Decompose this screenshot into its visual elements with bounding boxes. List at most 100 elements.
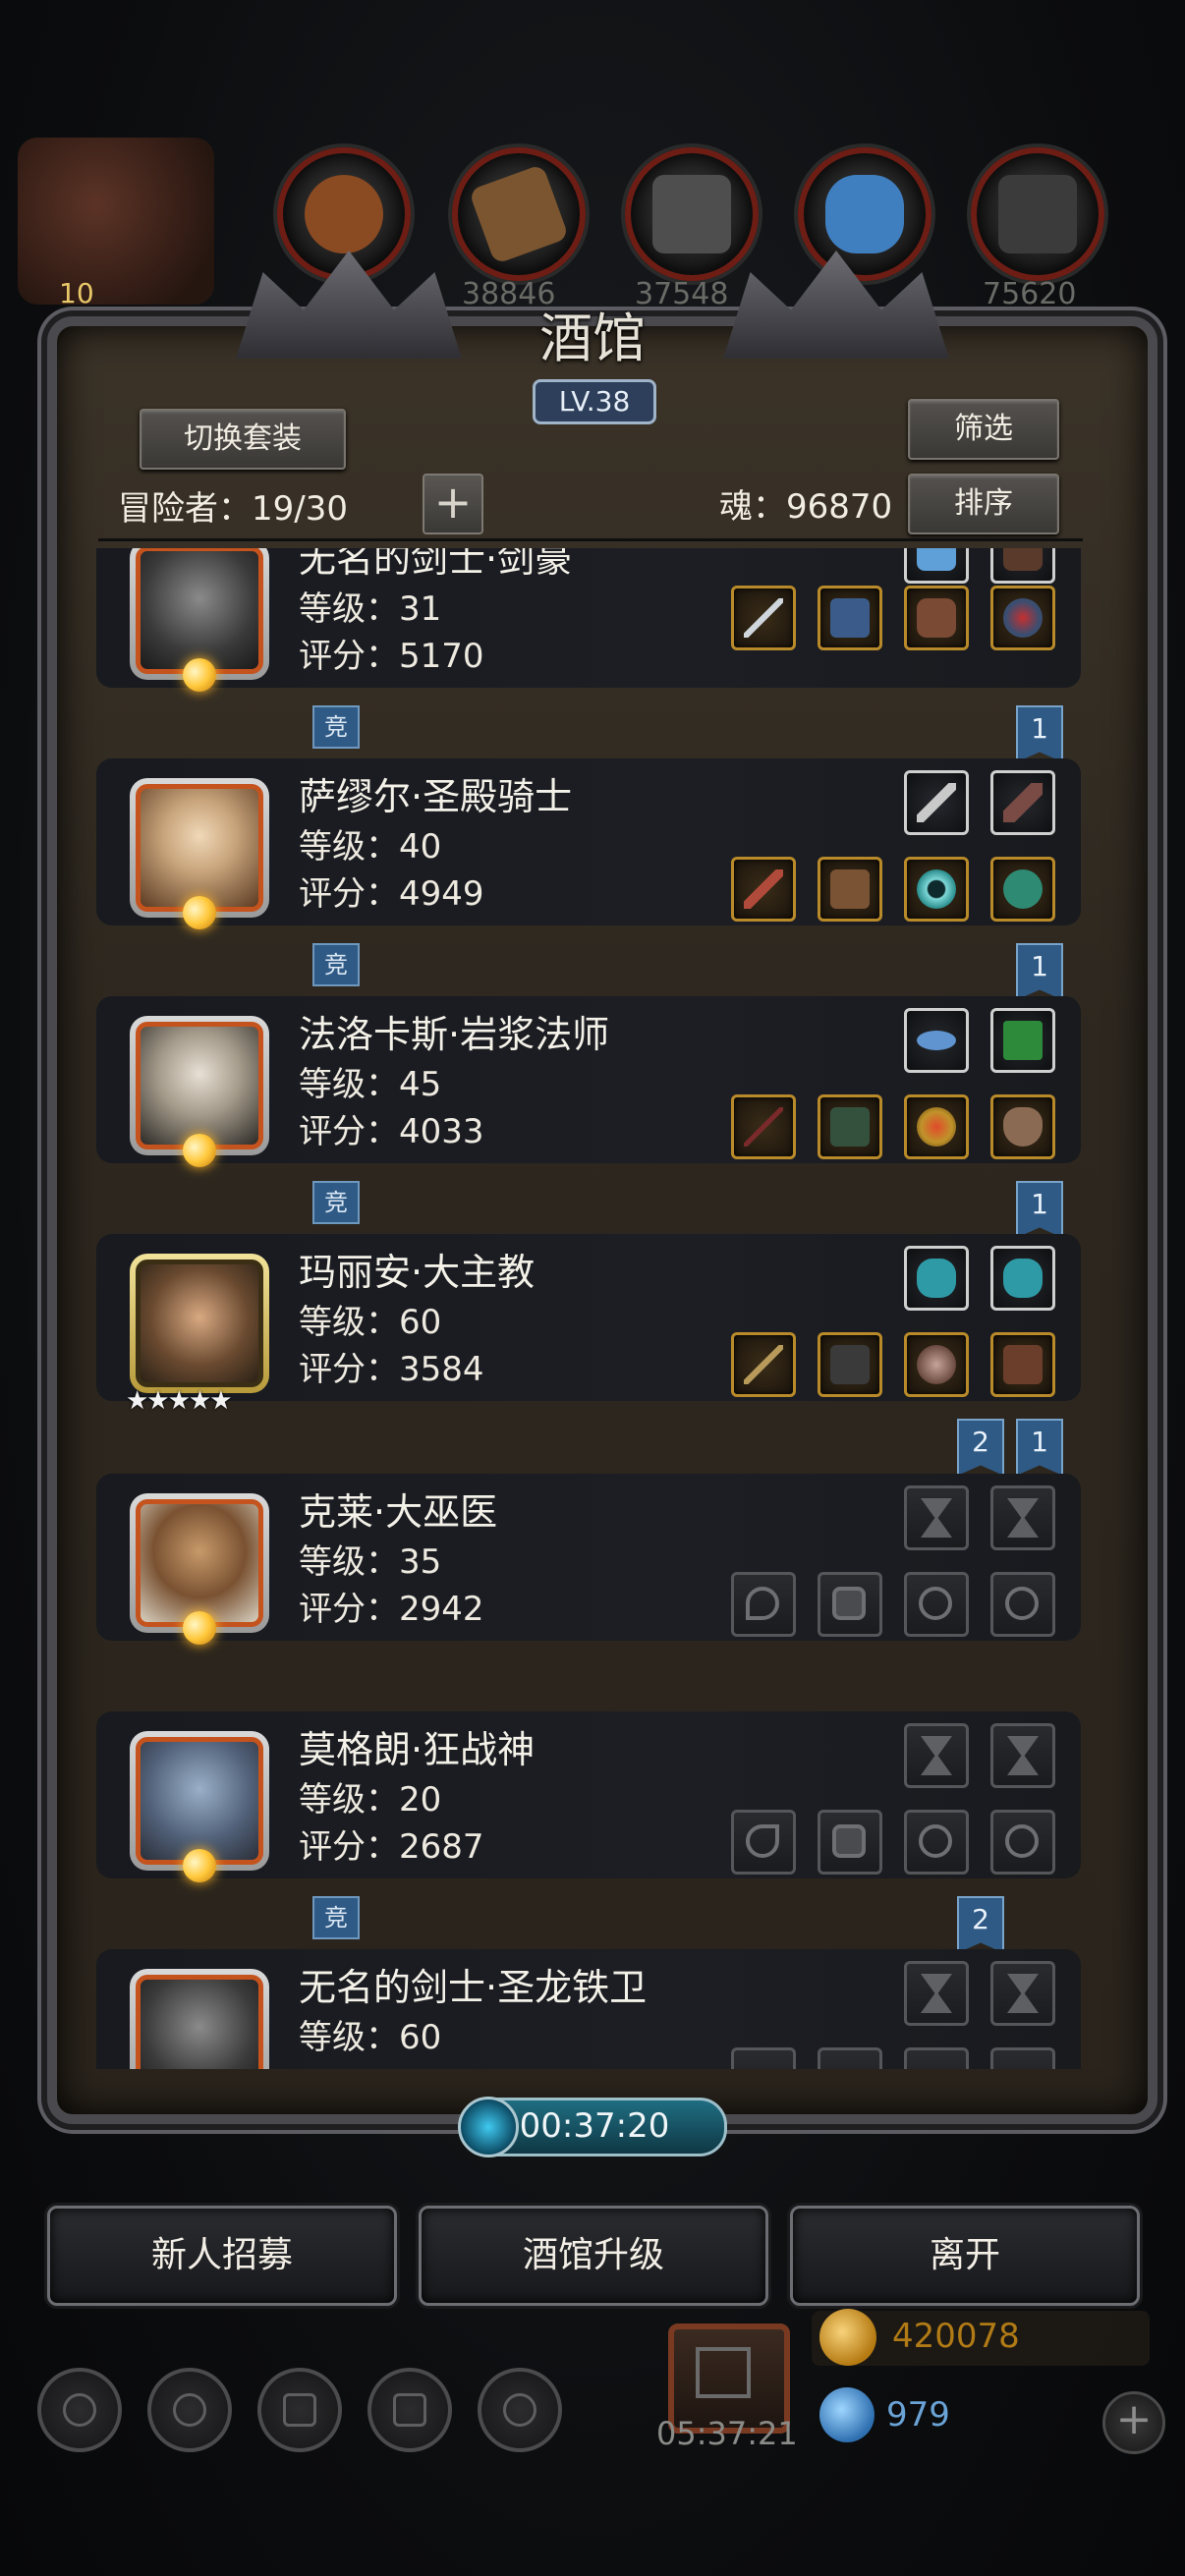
hero-score: 评分：2687	[299, 1827, 484, 1867]
hero-portrait	[130, 1016, 269, 1167]
empty-slot[interactable]	[904, 1723, 969, 1788]
equip-slot[interactable]	[731, 1332, 796, 1397]
equip-slot[interactable]	[990, 1008, 1055, 1073]
leave-button[interactable]: 离开	[790, 2206, 1140, 2306]
empty-slot[interactable]	[990, 1572, 1055, 1637]
hero-level: 等级：45	[299, 1065, 442, 1104]
hero-card[interactable]: 克莱·大巫医 等级：35 评分：2942	[96, 1474, 1081, 1645]
hero-card[interactable]: 萨缪尔·圣殿骑士 等级：40 评分：4949	[96, 758, 1081, 929]
equip-slot[interactable]	[904, 586, 969, 650]
hero-level: 等级：35	[299, 1542, 442, 1582]
add-currency-button[interactable]: +	[1102, 2391, 1165, 2454]
equip-slot[interactable]	[990, 548, 1055, 584]
empty-slot[interactable]	[904, 1572, 969, 1637]
equip-slot[interactable]	[990, 770, 1055, 835]
equip-slot[interactable]	[904, 1246, 969, 1311]
equip-slot[interactable]	[990, 1094, 1055, 1159]
event-badge: 10	[59, 277, 94, 309]
empty-slot[interactable]	[990, 1485, 1055, 1550]
staff-icon	[744, 1107, 783, 1147]
empty-slot[interactable]	[818, 2047, 882, 2069]
equip-slot[interactable]	[818, 1094, 882, 1159]
hero-portrait	[130, 1969, 269, 2069]
equip-slot[interactable]	[904, 1332, 969, 1397]
castle-icon[interactable]	[257, 2368, 342, 2452]
hero-name: 无名的剑士·剑豪	[299, 548, 573, 581]
ring-slot-icon	[919, 1587, 952, 1620]
equip-slot[interactable]	[818, 857, 882, 922]
sort-button[interactable]: 排序	[908, 474, 1059, 534]
empty-slot[interactable]	[904, 1810, 969, 1875]
empty-slot[interactable]	[990, 1961, 1055, 2026]
adventurer-count: 冒险者：19/30	[118, 489, 348, 529]
equip-slot[interactable]	[818, 586, 882, 650]
equip-slot[interactable]	[904, 548, 969, 584]
equip-slot[interactable]	[904, 857, 969, 922]
equip-slot[interactable]	[731, 586, 796, 650]
moon-icon	[183, 658, 216, 692]
switch-outfit-button[interactable]: 切换套装	[140, 409, 346, 470]
equip-slot[interactable]	[818, 1332, 882, 1397]
armor-icon	[830, 869, 870, 909]
rank-ribbon: 1	[1016, 1181, 1063, 1238]
equip-slot[interactable]	[904, 770, 969, 835]
soul-count: 魂：96870	[719, 487, 893, 527]
hero-level: 等级：60	[299, 1303, 442, 1342]
filter-button[interactable]: 筛选	[908, 399, 1059, 460]
hero-portrait	[130, 778, 269, 929]
hero-card[interactable]: ★★★★★ 玛丽安·大主教 等级：60 评分：3584	[96, 1234, 1081, 1416]
hero-list[interactable]: 无名的剑士·剑豪 等级：31 评分：5170 竞 1 萨缪尔·圣殿骑士 等级：4…	[96, 548, 1081, 2069]
add-adventurer-button[interactable]: +	[423, 474, 483, 534]
mail-icon[interactable]	[367, 2368, 452, 2452]
empty-slot[interactable]	[818, 1810, 882, 1875]
empty-slot[interactable]	[731, 1810, 796, 1875]
equip-slot[interactable]	[990, 857, 1055, 922]
hero-name: 克莱·大巫医	[299, 1490, 498, 1534]
blue-scroll-icon	[909, 1027, 964, 1054]
rune-ring-icon	[917, 869, 956, 909]
hero-card[interactable]: 法洛卡斯·岩浆法师 等级：45 评分：4033	[96, 996, 1081, 1167]
empty-slot[interactable]	[904, 1485, 969, 1550]
hero-name: 萨缪尔·圣殿骑士	[299, 775, 573, 818]
equip-slot[interactable]	[731, 857, 796, 922]
frame-ornament-left	[236, 251, 462, 359]
empty-slot[interactable]	[904, 2047, 969, 2069]
empty-slot[interactable]	[990, 2047, 1055, 2069]
hero-level: 等级：31	[299, 589, 442, 629]
empty-slot[interactable]	[990, 1810, 1055, 1875]
moon-icon	[183, 1849, 216, 1882]
spear-icon	[744, 598, 783, 638]
upgrade-tavern-button[interactable]: 酒馆升级	[419, 2206, 768, 2306]
gold-amount: 420078	[892, 2317, 1020, 2356]
empty-slot[interactable]	[731, 2047, 796, 2069]
dark-robe-icon	[830, 1345, 870, 1384]
equip-slot[interactable]	[904, 1008, 969, 1073]
hero-card[interactable]: 莫格朗·狂战神 等级：20 评分：2687	[96, 1711, 1081, 1882]
hero-card[interactable]: 无名的剑士·剑豪 等级：31 评分：5170	[96, 548, 1081, 692]
resource-stone-icon[interactable]	[625, 147, 759, 281]
equip-slot[interactable]	[990, 1246, 1055, 1311]
recruit-button[interactable]: 新人招募	[47, 2206, 397, 2306]
equip-slot[interactable]	[904, 1094, 969, 1159]
resource-crystal-icon[interactable]	[798, 147, 931, 281]
settings-gear-icon[interactable]	[37, 2368, 122, 2452]
glove-icon	[917, 548, 956, 571]
empty-slot[interactable]	[818, 1572, 882, 1637]
resource-iron-icon[interactable]	[971, 147, 1104, 281]
robe-icon	[830, 1107, 870, 1147]
rank-ribbon: 1	[1016, 943, 1063, 1000]
hourglass-icon	[921, 1498, 952, 1538]
empty-slot[interactable]	[904, 1961, 969, 2026]
equip-slot[interactable]	[990, 586, 1055, 650]
gem-ring-icon	[1003, 869, 1043, 909]
guild-icon[interactable]	[478, 2368, 562, 2452]
equip-slot[interactable]	[990, 1332, 1055, 1397]
event-balloon-icon[interactable]	[18, 138, 214, 305]
hero-stars: ★★★★★	[126, 1386, 233, 1416]
resource-plank-icon[interactable]	[452, 147, 586, 281]
badge-icon[interactable]	[147, 2368, 232, 2452]
empty-slot[interactable]	[731, 1572, 796, 1637]
empty-slot[interactable]	[990, 1723, 1055, 1788]
equip-slot[interactable]	[731, 1094, 796, 1159]
hero-card[interactable]: 无名的剑士·圣龙铁卫 等级：60	[96, 1949, 1081, 2069]
